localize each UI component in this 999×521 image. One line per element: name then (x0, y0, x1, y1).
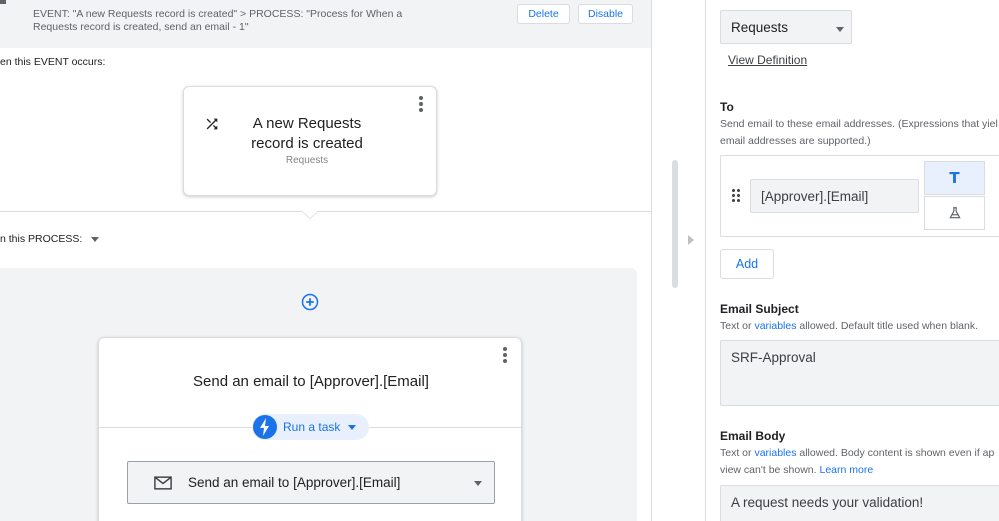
delete-button[interactable]: Delete (517, 4, 570, 24)
chevron-down-icon (348, 425, 356, 430)
to-list: [Approver].[Email] T (720, 155, 999, 237)
automation-canvas: EVENT: "A new Requests record is created… (0, 0, 652, 521)
view-definition-link[interactable]: View Definition (728, 53, 807, 67)
mail-icon (154, 476, 172, 490)
event-card[interactable]: A new Requests record is created Request… (183, 86, 437, 196)
learn-more-link[interactable]: Learn more (819, 464, 873, 476)
chevron-down-icon (91, 236, 100, 242)
email-body-label: Email Body (720, 429, 786, 443)
drag-handle-icon[interactable] (732, 189, 740, 203)
table-select[interactable]: Requests (720, 10, 852, 44)
event-process-header: EVENT: "A new Requests record is created… (0, 0, 651, 48)
helper-text: Text or (720, 447, 755, 459)
connector-notch-fill (302, 211, 318, 218)
to-label: To (720, 100, 734, 114)
flask-icon (948, 207, 961, 219)
email-body-input[interactable]: A request needs your validation! (720, 485, 999, 521)
table-select-value: Requests (731, 20, 789, 35)
variables-link[interactable]: variables (754, 447, 796, 459)
to-helper: Send email to these email addresses. (Ex… (720, 116, 999, 150)
disable-button[interactable]: Disable (578, 4, 633, 24)
event-card-more-icon[interactable] (419, 96, 423, 112)
pane-scrollbar[interactable] (672, 160, 678, 288)
add-step-icon[interactable] (301, 293, 319, 311)
chevron-down-icon (836, 27, 844, 32)
email-subject-label: Email Subject (720, 302, 799, 316)
helper-text: view can't be shown. (720, 464, 820, 476)
task-select[interactable]: Send an email to [Approver].[Email] (127, 461, 495, 504)
to-email-input[interactable]: [Approver].[Email] (750, 179, 919, 213)
run-task-chip[interactable]: Run a task (252, 414, 369, 440)
email-body-value: A request needs your validation! (731, 495, 924, 510)
helper-text: allowed. Body content is shown even if a… (796, 447, 995, 459)
bolt-icon (253, 415, 277, 439)
to-helper-line1: Send email to these email addresses. (Ex… (720, 118, 998, 130)
email-subject-input[interactable]: SRF-Approval (720, 340, 999, 406)
to-helper-line2: email addresses are supported.) (720, 135, 871, 147)
section-divider (0, 211, 651, 212)
expression-mode-button[interactable] (924, 196, 985, 230)
step-card-title: Send an email to [Approver].[Email] (193, 373, 429, 390)
settings-pane: Requests View Definition To Send email t… (705, 0, 999, 521)
helper-text: allowed. Default title used when blank. (796, 320, 978, 332)
step-card-more-icon[interactable] (503, 347, 507, 363)
chevron-down-icon (474, 481, 482, 486)
email-subject-value: SRF-Approval (731, 350, 816, 365)
app-page: EVENT: "A new Requests record is created… (0, 0, 999, 521)
event-process-description: EVENT: "A new Requests record is created… (33, 8, 403, 33)
shuffle-icon (206, 118, 218, 130)
text-mode-icon: T (949, 169, 960, 187)
when-process-dropdown[interactable]: n this PROCESS: (0, 233, 100, 245)
task-select-label: Send an email to [Approver].[Email] (188, 475, 401, 490)
text-mode-button[interactable]: T (924, 161, 985, 195)
email-subject-helper: Text or variables allowed. Default title… (720, 318, 999, 335)
event-card-title: A new Requests record is created (251, 115, 363, 152)
email-body-helper: Text or variables allowed. Body content … (720, 445, 999, 479)
helper-text: Text or (720, 320, 755, 332)
expand-pane-icon[interactable] (688, 235, 694, 245)
when-event-label: en this EVENT occurs: (0, 56, 106, 68)
event-card-subtitle: Requests (285, 155, 329, 166)
when-process-label: n this PROCESS: (0, 233, 83, 245)
step-card[interactable]: Send an email to [Approver].[Email] Run … (98, 337, 523, 521)
add-recipient-button[interactable]: Add (720, 249, 774, 279)
run-task-label: Run a task (283, 420, 341, 434)
header-edge-mark (0, 0, 6, 4)
to-email-value: [Approver].[Email] (761, 189, 869, 204)
variables-link[interactable]: variables (754, 320, 796, 332)
